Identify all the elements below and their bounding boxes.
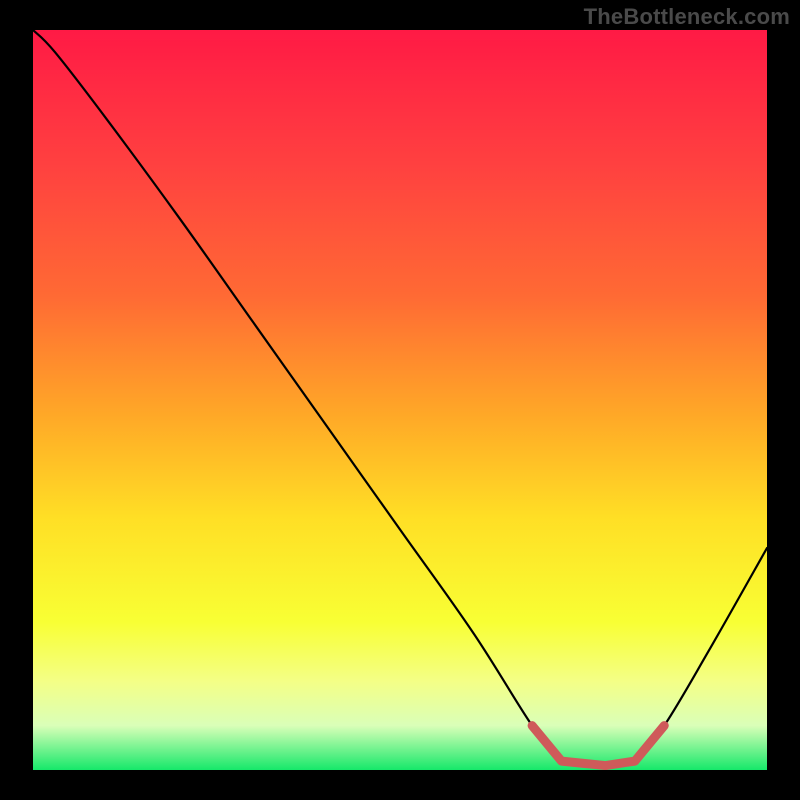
watermark-text: TheBottleneck.com bbox=[584, 4, 790, 30]
plot-area bbox=[33, 30, 767, 770]
bottleneck-chart bbox=[33, 30, 767, 770]
gradient-background bbox=[33, 30, 767, 770]
chart-frame: TheBottleneck.com bbox=[0, 0, 800, 800]
